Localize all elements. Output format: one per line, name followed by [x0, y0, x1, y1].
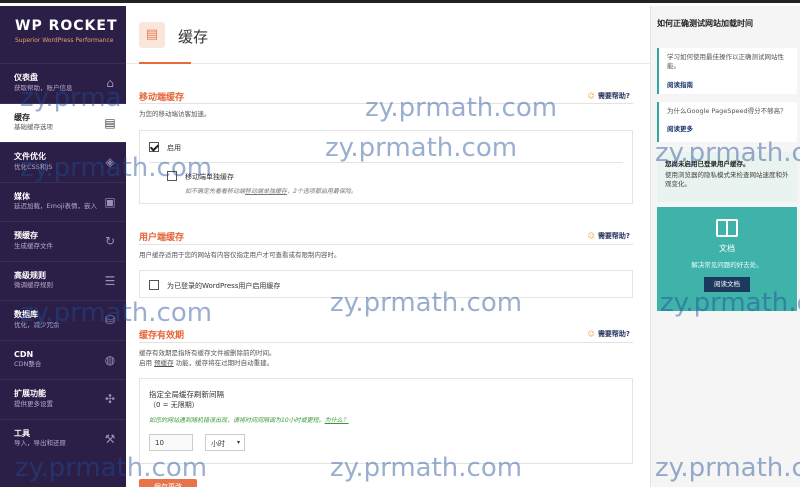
tip-box: 您尚未启用已登录用户缓存。 使用浏览器的隐私模式来检查网站速度和外观变化。 [657, 152, 797, 202]
lifespan-value-input[interactable]: 10 [149, 434, 193, 451]
mobile-separate-cache-link[interactable]: 移动端单独缓存 [245, 188, 287, 195]
documentation-card: 文档 解决常见问题的好去处。 阅读文档 [657, 207, 797, 311]
note-text: 如不确定先看看移动端 [185, 188, 246, 195]
user-cache-enable-label: 为已登录的WordPress用户启用缓存 [167, 282, 281, 290]
help-icon: ☺ [587, 330, 595, 338]
cdn-icon: ◍ [104, 352, 116, 367]
sidebar: WP ROCKET Superior WordPress Performance… [0, 6, 126, 487]
desc-line: 缓存有效期是指所有缓存文件被删除前的时间。 [139, 349, 276, 357]
sidebar-item-file-optimization[interactable]: 文件优化 优化CSS和JS ◈ [0, 142, 126, 182]
main-content: ▤ 缓存 移动端缓存 ☺ 需要帮助? 为您的移动端访客加速。 启用 移动端单独缓存… [126, 6, 650, 487]
lifespan-hint: 如您的网站遇到随机错误出现，请将时间间隔调为10小时或更短。为什么？ [149, 415, 349, 424]
read-more-link[interactable]: 阅读更多 [667, 123, 792, 133]
help-icon: ☺ [587, 232, 595, 240]
guide-card: 学习如何使用最佳操作以正确测试网站性能。 阅读指南 [657, 48, 797, 94]
page: WP ROCKET Superior WordPress Performance… [0, 0, 800, 487]
cache-lifespan-title: 缓存有效期 [139, 331, 185, 341]
section-divider [139, 103, 633, 104]
title-underline [139, 62, 191, 64]
desc-text: 功能，缓存将在过期时自动重建。 [175, 358, 274, 367]
right-panel-title: 如何正确测试网站加载时间 [657, 19, 753, 28]
logo-title: WP ROCKET [15, 18, 118, 34]
mobile-cache-help-link[interactable]: ☺ 需要帮助? [588, 91, 630, 101]
cache-lifespan-help-link[interactable]: ☺ 需要帮助? [588, 329, 630, 339]
desc-line: 启用 预缓存 功能，缓存将在过期时自动重建。 [139, 359, 276, 369]
user-cache-enable-checkbox[interactable] [149, 280, 159, 290]
desc-text: 启用 [139, 358, 152, 367]
box-divider [149, 162, 623, 163]
database-icon: ⛁ [104, 313, 116, 327]
help-link-label: 需要帮助? [597, 330, 630, 338]
lifespan-field-sublabel: （0 = 无限期） [149, 401, 199, 409]
logo-subtitle: Superior WordPress Performance [15, 37, 114, 44]
lifespan-field-label: 指定全局缓存刷新间隔 [149, 390, 224, 399]
mobile-cache-enable-label: 启用 [167, 144, 181, 152]
user-cache-box: 为已登录的WordPress用户启用缓存 [139, 270, 633, 298]
page-title: 缓存 [178, 28, 209, 46]
sidebar-item-dashboard[interactable]: 仪表盘 获取帮助，账户信息 ⌂ [0, 63, 126, 103]
user-cache-desc: 用户缓存适用于您的网站有内容仅指定用户才可查看或有限制内容时。 [139, 251, 341, 259]
mobile-separate-cache-checkbox[interactable] [167, 171, 177, 181]
help-link-label: 需要帮助? [597, 232, 630, 240]
pagespeed-card-text: 为什么Google PageSpeed得分不够高？ [667, 107, 787, 115]
help-link-label: 需要帮助? [597, 92, 630, 100]
page-icon: ▤ [139, 22, 165, 48]
book-icon [716, 219, 738, 237]
guide-card-text: 学习如何使用最佳操作以正确测试网站性能。 [667, 53, 784, 71]
chevron-down-icon: ▾ [236, 439, 240, 446]
sidebar-item-preload[interactable]: 预缓存 生成缓存文件 ↻ [0, 221, 126, 261]
save-button[interactable]: 保存更改 [139, 479, 197, 487]
mobile-cache-title: 移动端缓存 [139, 93, 185, 103]
section-divider [139, 342, 633, 343]
tools-icon: ⚒ [104, 431, 116, 446]
mobile-cache-desc: 为您的移动端访客加速。 [139, 110, 211, 118]
section-divider [139, 244, 633, 245]
page-icon: ▤ [104, 115, 116, 130]
documentation-subtitle: 解决常见问题的好去处。 [691, 261, 763, 269]
read-guide-link[interactable]: 阅读指南 [667, 79, 792, 89]
pagespeed-card: 为什么Google PageSpeed得分不够高？ 阅读更多 [657, 102, 797, 142]
sidebar-item-database[interactable]: 数据库 优化，减少冗余 ⛁ [0, 300, 126, 340]
mobile-separate-cache-note: 如不确定先看看移动端移动端单独缓存，2个选项都启用最保险。 [185, 186, 357, 195]
right-panel: 如何正确测试网站加载时间 学习如何使用最佳操作以正确测试网站性能。 阅读指南 为… [650, 6, 800, 487]
list-icon: ☰ [104, 273, 116, 288]
mobile-cache-box: 启用 移动端单独缓存 如不确定先看看移动端移动端单独缓存，2个选项都启用最保险。 [139, 130, 633, 204]
mobile-cache-enable-checkbox[interactable] [149, 142, 159, 152]
cache-lifespan-box: 指定全局缓存刷新间隔 （0 = 无限期） 如您的网站遇到随机错误出现，请将时间间… [139, 378, 633, 464]
user-cache-help-link[interactable]: ☺ 需要帮助? [588, 231, 630, 241]
preload-link[interactable]: 预缓存 [154, 359, 174, 367]
mobile-separate-cache-label: 移动端单独缓存 [185, 173, 234, 181]
sidebar-item-cache[interactable]: 缓存 基础缓存选项 ▤ [0, 102, 126, 142]
tip-text: 使用浏览器的隐私模式来检查网站速度和外观变化。 [665, 171, 789, 189]
sidebar-item-media[interactable]: 媒体 延迟加载，Emoji表情，嵌入 ▣ [0, 181, 126, 222]
hint-text: 如您的网站遇到随机错误出现，请将时间间隔调为10小时或更短。 [149, 417, 325, 424]
select-value: 小时 [211, 440, 225, 448]
layers-icon: ◈ [105, 155, 115, 169]
user-cache-title: 用户端缓存 [139, 233, 185, 243]
note-text: ，2个选项都启用最保险。 [287, 188, 357, 195]
documentation-title: 文档 [719, 244, 735, 253]
logo: WP ROCKET Superior WordPress Performance [0, 6, 126, 63]
sidebar-item-tools[interactable]: 工具 导入，导出和还原 ⚒ [0, 418, 126, 459]
refresh-icon: ↻ [104, 234, 116, 248]
sidebar-item-addons[interactable]: 扩展功能 提供更多设置 ✣ [0, 379, 126, 419]
read-documentation-button[interactable]: 阅读文档 [704, 277, 750, 292]
home-icon: ⌂ [106, 76, 114, 90]
sidebar-item-advanced-rules[interactable]: 高级规则 微调缓存规则 ☰ [0, 260, 126, 301]
lifespan-hint-link[interactable]: 为什么？ [325, 417, 349, 424]
cache-lifespan-desc: 缓存有效期是指所有缓存文件被删除前的时间。 启用 预缓存 功能，缓存将在过期时自… [139, 349, 276, 369]
tip-title: 您尚未启用已登录用户缓存。 [665, 160, 750, 168]
lifespan-unit-select[interactable]: 小时 ▾ [205, 434, 245, 451]
image-icon: ▣ [104, 194, 116, 209]
page-header: ▤ 缓存 [126, 6, 650, 64]
help-icon: ☺ [587, 92, 595, 100]
addons-icon: ✣ [104, 392, 116, 406]
sidebar-item-cdn[interactable]: CDN CDN整合 ◍ [0, 339, 126, 380]
